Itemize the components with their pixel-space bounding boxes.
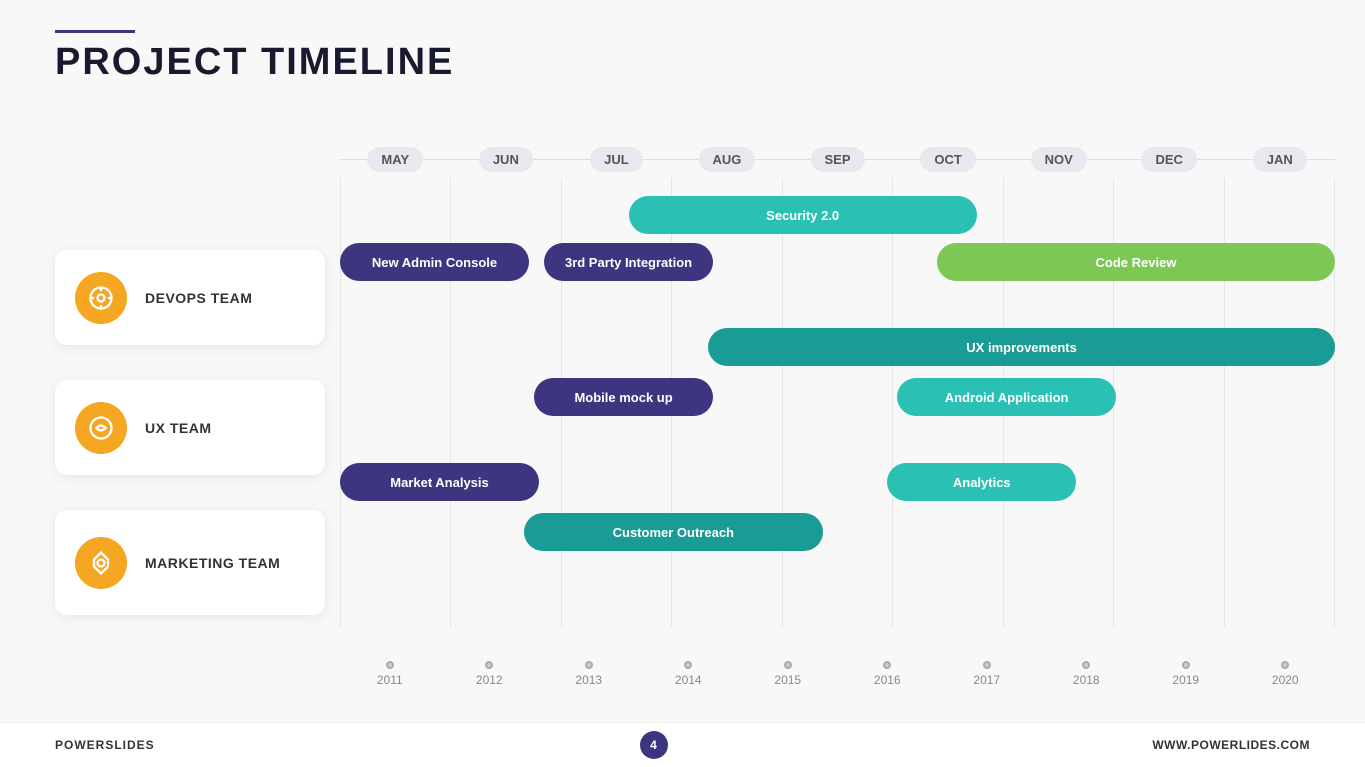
page: PROJECT TIMELINE DEVOPS TEAM UX TEAM (0, 0, 1365, 767)
axis-year-2014: 2014 (675, 673, 702, 687)
footer-brand: POWERSLIDES (55, 738, 155, 752)
bars-container: Security 2.0 New Admin Console 3rd Party… (340, 178, 1335, 627)
team-card-marketing: MARKETING TEAM (55, 510, 325, 615)
month-pill-aug: AUG (699, 147, 756, 172)
axis-dot-2012 (485, 661, 493, 669)
axis-dot-2013 (585, 661, 593, 669)
page-title: PROJECT TIMELINE (55, 41, 454, 84)
footer-page-number: 4 (640, 731, 668, 759)
bar-ux-improvements: UX improvements (708, 328, 1335, 366)
axis-2013: 2013 (539, 661, 639, 687)
month-pill-jan: JAN (1253, 147, 1307, 172)
axis-2011: 2011 (340, 661, 440, 687)
footer: POWERSLIDES 4 WWW.POWERLIDES.COM (0, 722, 1365, 767)
bar-3rd-party-integration: 3rd Party Integration (544, 243, 713, 281)
marketing-icon (75, 537, 127, 589)
axis-2019: 2019 (1136, 661, 1236, 687)
month-jul: JUL (561, 140, 672, 178)
bar-market-analysis: Market Analysis (340, 463, 539, 501)
month-pill-may: MAY (367, 147, 423, 172)
month-oct: OCT (893, 140, 1004, 178)
devops-label: DEVOPS TEAM (145, 290, 252, 306)
axis-year-2020: 2020 (1272, 673, 1299, 687)
bar-customer-outreach: Customer Outreach (524, 513, 823, 551)
axis-2017: 2017 (937, 661, 1037, 687)
timeline-area: MAY JUN JUL AUG SEP (340, 140, 1335, 687)
axis-year-2012: 2012 (476, 673, 503, 687)
bottom-axis: 2011 2012 2013 2014 2015 (340, 627, 1335, 687)
axis-2012: 2012 (440, 661, 540, 687)
ux-icon (75, 402, 127, 454)
month-pill-sep: SEP (811, 147, 865, 172)
marketing-label: MARKETING TEAM (145, 555, 280, 571)
axis-year-2017: 2017 (973, 673, 1000, 687)
month-aug: AUG (672, 140, 783, 178)
axis-year-2013: 2013 (575, 673, 602, 687)
axis-year-2015: 2015 (774, 673, 801, 687)
axis-dot-2019 (1182, 661, 1190, 669)
bar-security-2: Security 2.0 (629, 196, 977, 234)
month-jun: JUN (451, 140, 562, 178)
month-jan: JAN (1225, 140, 1336, 178)
month-pill-jun: JUN (479, 147, 533, 172)
axis-year-2016: 2016 (874, 673, 901, 687)
axis-2020: 2020 (1236, 661, 1336, 687)
month-pill-dec: DEC (1141, 147, 1196, 172)
ux-label: UX TEAM (145, 420, 212, 436)
header-accent-line (55, 30, 135, 33)
axis-dot-2014 (684, 661, 692, 669)
axis-dot-2017 (983, 661, 991, 669)
footer-url: WWW.POWERLIDES.COM (1152, 738, 1310, 752)
bar-mobile-mockup: Mobile mock up (534, 378, 713, 416)
axis-2016: 2016 (838, 661, 938, 687)
month-pill-oct: OCT (920, 147, 975, 172)
axis-2014: 2014 (639, 661, 739, 687)
axis-year-2018: 2018 (1073, 673, 1100, 687)
month-nov: NOV (1003, 140, 1114, 178)
bar-new-admin-console: New Admin Console (340, 243, 529, 281)
team-card-devops: DEVOPS TEAM (55, 250, 325, 345)
month-pill-jul: JUL (590, 147, 643, 172)
axis-2015: 2015 (738, 661, 838, 687)
axis-2018: 2018 (1037, 661, 1137, 687)
header: PROJECT TIMELINE (55, 30, 454, 84)
axis-year-2019: 2019 (1172, 673, 1199, 687)
axis-year-2011: 2011 (377, 673, 403, 687)
team-card-ux: UX TEAM (55, 380, 325, 475)
axis-dot-2015 (784, 661, 792, 669)
axis-dot-2020 (1281, 661, 1289, 669)
bar-analytics: Analytics (887, 463, 1076, 501)
month-sep: SEP (782, 140, 893, 178)
teams-column: DEVOPS TEAM UX TEAM MARKETING TEAM (55, 195, 325, 637)
axis-dot-2011 (386, 661, 394, 669)
axis-dot-2018 (1082, 661, 1090, 669)
devops-icon (75, 272, 127, 324)
axis-dot-2016 (883, 661, 891, 669)
month-dec: DEC (1114, 140, 1225, 178)
month-may: MAY (340, 140, 451, 178)
month-pill-nov: NOV (1031, 147, 1087, 172)
month-headers: MAY JUN JUL AUG SEP (340, 140, 1335, 178)
bar-android-application: Android Application (897, 378, 1116, 416)
bar-code-review: Code Review (937, 243, 1335, 281)
content-area: DEVOPS TEAM UX TEAM MARKETING TEAM (55, 140, 1335, 687)
